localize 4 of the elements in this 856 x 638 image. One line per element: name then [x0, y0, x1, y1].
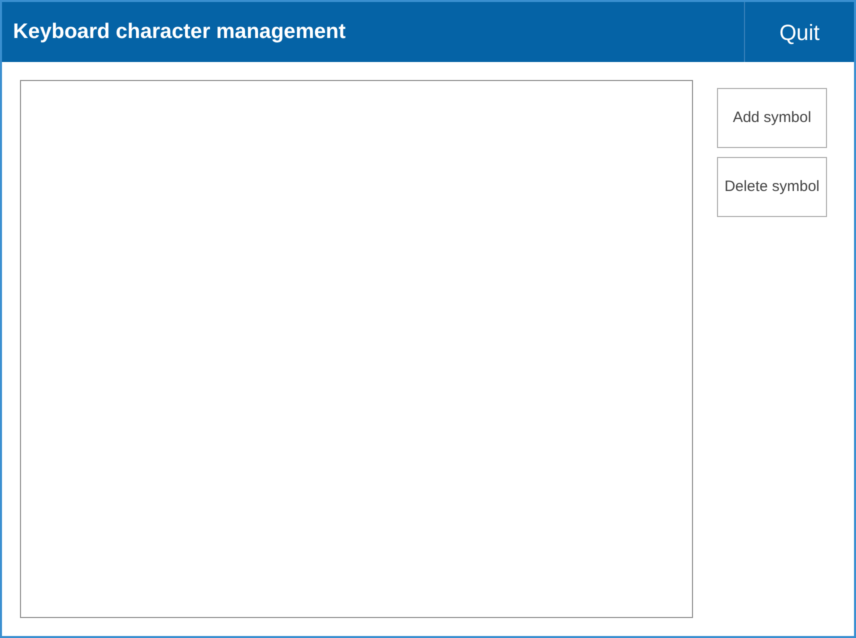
symbol-list[interactable] — [20, 80, 693, 618]
action-button[interactable]: Add symbol — [717, 88, 827, 148]
window-title: Keyboard character management — [12, 19, 347, 46]
action-button[interactable]: Delete symbol — [717, 157, 827, 217]
